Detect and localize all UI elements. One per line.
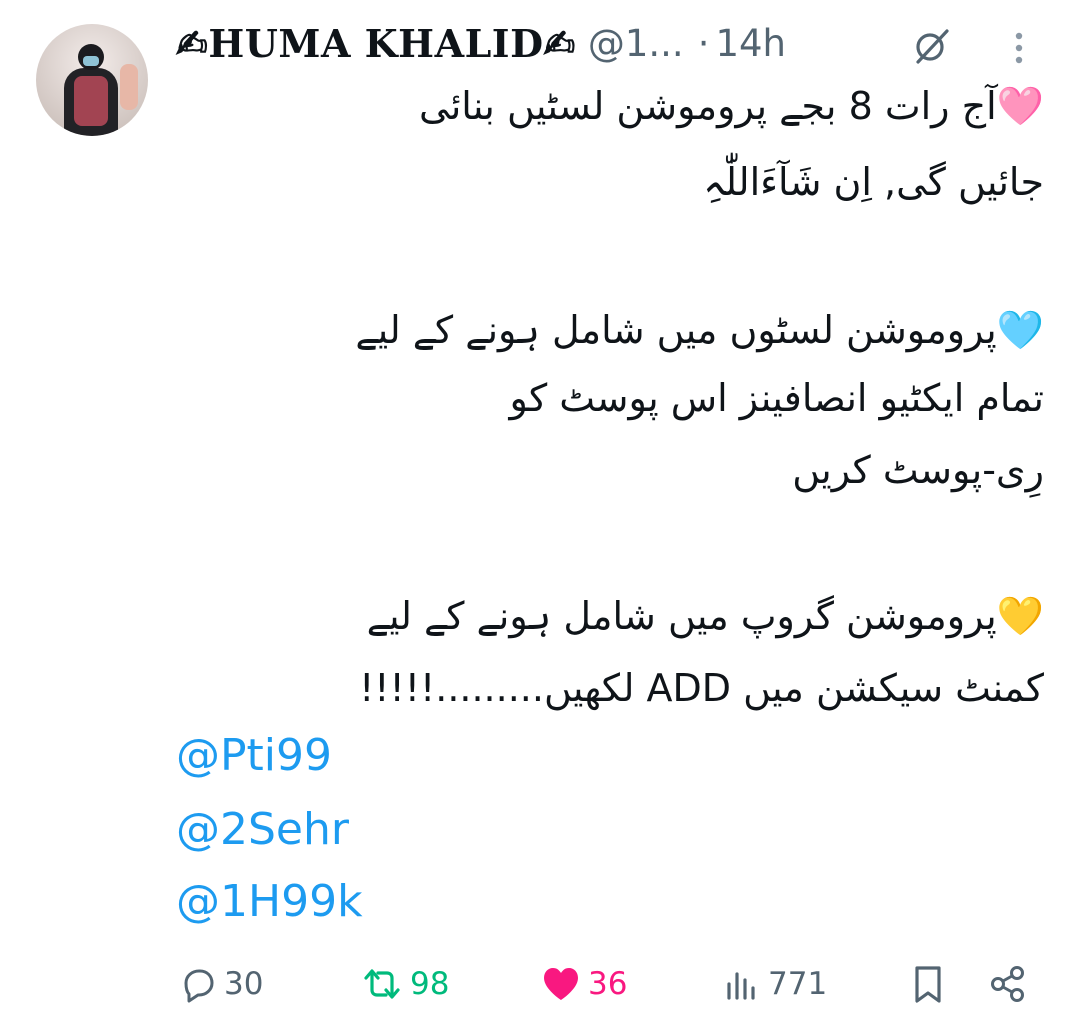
avatar[interactable] (36, 24, 148, 136)
share-button[interactable] (986, 960, 1030, 1008)
tweet-text-line: جائیں گی, اِن شَآءَاللّٰہِ (703, 160, 1044, 204)
mention-link[interactable]: @Pti99 (176, 730, 332, 782)
bookmark-button[interactable] (908, 960, 948, 1008)
like-button[interactable]: 36 (540, 960, 627, 1008)
tweet-text-line: کمنٹ سیکشن میں ADD لکھیں.........!!!!! (359, 666, 1044, 710)
tweet-time[interactable]: 14h (715, 22, 786, 65)
reply-count: 30 (224, 966, 264, 1002)
avatar-photo-detail (120, 64, 138, 110)
views-button[interactable]: 771 (722, 960, 827, 1008)
grok-icon[interactable] (912, 26, 952, 66)
mention-link[interactable]: @2Sehr (176, 804, 349, 856)
avatar-photo-detail (83, 56, 99, 66)
repost-count: 98 (410, 966, 450, 1002)
repost-button[interactable]: 98 (360, 960, 449, 1008)
author-handle[interactable]: @1... (588, 22, 684, 65)
tweet-header: ✍︎HUMA KHALID✍︎ @1... · 14h (176, 18, 786, 68)
author-name[interactable]: ✍︎HUMA KHALID✍︎ (176, 21, 576, 66)
tweet-text-line: 🩵پروموشن لسٹوں میں شامل ہونے کے لیے (355, 308, 1044, 352)
avatar-photo-detail (74, 76, 108, 126)
views-icon (722, 964, 762, 1004)
tweet-text-line: 🩷آج رات 8 بجے پروموشن لسٹیں بنائی (419, 84, 1044, 128)
like-icon (540, 964, 582, 1004)
mention-link[interactable]: @1H99k (176, 876, 363, 928)
share-icon (986, 963, 1030, 1005)
reply-button[interactable]: 30 (178, 960, 263, 1008)
like-count: 36 (588, 966, 628, 1002)
tweet-text-line: رِی-پوسٹ کریں (792, 448, 1044, 492)
bookmark-icon (908, 963, 948, 1005)
tweet-text-line: تمام ایکٹیو انصافینز اس پوسٹ کو (509, 376, 1045, 420)
more-icon[interactable] (1004, 28, 1034, 68)
repost-icon (360, 964, 404, 1004)
views-count: 771 (768, 966, 828, 1002)
separator-dot: · (697, 21, 710, 65)
reply-icon (178, 964, 218, 1004)
tweet-text-line: 💛پروموشن گروپ میں شامل ہونے کے لیے (366, 594, 1044, 638)
